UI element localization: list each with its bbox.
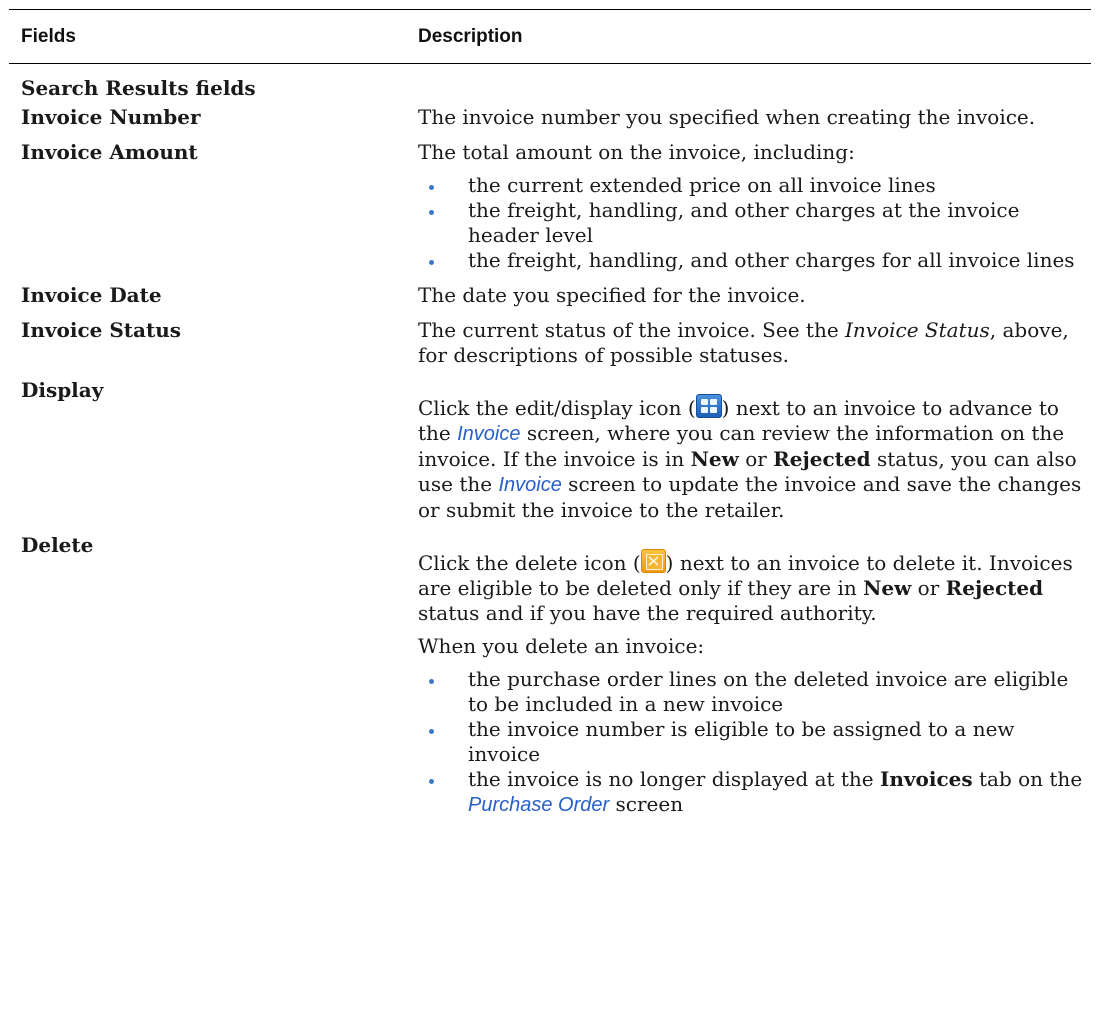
table-row: Invoice Date The date you specified for …: [9, 283, 1091, 308]
section-label: Search Results fields: [21, 76, 256, 100]
field-description: Click the edit/display icon () next to a…: [418, 394, 1082, 522]
list-item: the freight, handling, and other charges…: [418, 248, 1085, 273]
purchase-order-screen-link[interactable]: Purchase Order: [468, 794, 609, 816]
field-name: Invoice Number: [21, 105, 201, 129]
field-name: Delete: [21, 533, 94, 557]
field-description: Click the delete icon () next to an invo…: [418, 549, 1073, 625]
header-fields: Fields: [21, 25, 76, 47]
field-name: Display: [21, 378, 104, 402]
field-name: Invoice Amount: [21, 140, 198, 164]
field-description: When you delete an invoice:: [418, 634, 705, 658]
section-row: Search Results fields: [9, 76, 1091, 101]
header-description: Description: [418, 25, 523, 47]
table-row: Display Click the edit/display icon () n…: [9, 378, 1091, 523]
field-name: Invoice Date: [21, 283, 162, 307]
table-row: Invoice Amount The total amount on the i…: [9, 140, 1091, 273]
table-row: Delete Click the delete icon () next to …: [9, 533, 1091, 818]
table-header: Fields Description: [9, 9, 1091, 64]
table-row: Invoice Number The invoice number you sp…: [9, 105, 1091, 130]
bullet-list: the current extended price on all invoic…: [418, 173, 1085, 273]
field-description: The date you specified for the invoice.: [418, 283, 806, 307]
table-row: Invoice Status The current status of the…: [9, 318, 1091, 368]
fields-table: Fields Description Search Results fields…: [9, 9, 1091, 818]
list-item: the invoice is no longer displayed at th…: [418, 767, 1085, 818]
field-name: Invoice Status: [21, 318, 181, 342]
invoice-screen-link[interactable]: Invoice: [457, 423, 520, 445]
invoice-screen-link[interactable]: Invoice: [498, 474, 561, 496]
bullet-list: the purchase order lines on the deleted …: [418, 667, 1085, 818]
field-description: The total amount on the invoice, includi…: [418, 140, 855, 164]
list-item: the invoice number is eligible to be ass…: [418, 717, 1085, 767]
list-item: the purchase order lines on the deleted …: [418, 667, 1085, 717]
list-item: the freight, handling, and other charges…: [418, 198, 1085, 248]
delete-icon: [640, 549, 666, 573]
list-item: the current extended price on all invoic…: [418, 173, 1085, 198]
edit-display-icon: [695, 394, 722, 418]
field-description: The current status of the invoice. See t…: [418, 318, 1069, 367]
field-description: The invoice number you specified when cr…: [418, 105, 1036, 129]
invoice-status-reference: Invoice Status: [845, 318, 990, 342]
